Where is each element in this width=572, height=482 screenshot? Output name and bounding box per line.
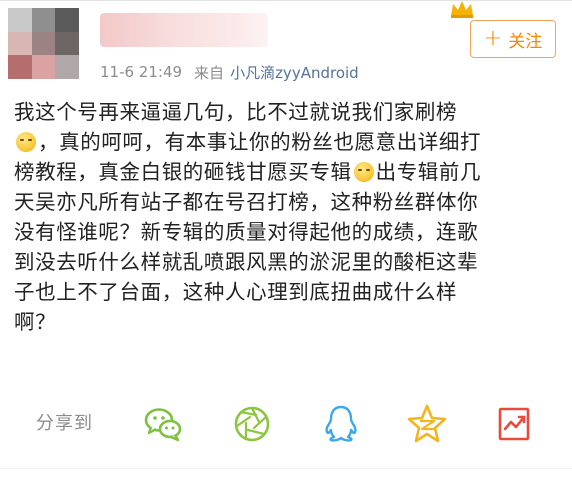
smile-emoji-icon: [353, 162, 374, 182]
post-line: 啊？: [14, 310, 57, 334]
post-line: 到没去听什么样就乱喷跟风黑的淤泥里的酸柜这辈: [14, 250, 479, 274]
post-line: 没有怪谁呢？新专辑的质量对得起他的成绩，连歌: [14, 220, 479, 244]
share-label: 分享到: [36, 413, 93, 434]
share-bar: 分享到: [0, 395, 572, 455]
post-line: ，真的呵呵，有本事让你的粉丝也愿意出详细打: [14, 127, 562, 157]
follow-button[interactable]: + 关注: [470, 20, 556, 58]
post-line: 天吴亦凡所有站子都在号召打榜，这种粉丝群体你: [14, 190, 479, 214]
moments-icon[interactable]: [229, 401, 275, 447]
source-prefix: 来自: [194, 63, 225, 82]
username-blurred[interactable]: [100, 13, 268, 47]
timestamp: 11-6 21:49: [100, 63, 183, 81]
top-divider: [0, 0, 572, 1]
verified-crown-icon: [451, 1, 473, 18]
post-meta: 11-6 21:49 来自 小凡滴zyyAndroid: [100, 61, 359, 83]
follow-button-label: 关注: [508, 31, 543, 52]
avatar[interactable]: [8, 8, 79, 79]
post-line: 我这个号再来逼逼几句，比不过就说我们家刷榜: [14, 100, 458, 124]
post-line: 榜教程，真金白银的砸钱甘愿买专辑 出专辑前几: [14, 160, 482, 184]
post-line: 子也上不了台面，这种人心理到底扭曲成什么样: [14, 280, 458, 304]
post-source-link[interactable]: 小凡滴zyyAndroid: [230, 62, 359, 83]
wechat-icon[interactable]: [140, 401, 186, 447]
qq-icon[interactable]: [318, 401, 364, 447]
qzone-icon[interactable]: [404, 401, 450, 447]
plus-icon: +: [483, 26, 503, 51]
smile-emoji-icon: [16, 132, 36, 152]
weibo-share-icon[interactable]: [492, 401, 538, 447]
post-text: 我这个号再来逼逼几句，比不过就说我们家刷榜 ，真的呵呵，有本事让你的粉丝也愿意出…: [14, 97, 562, 337]
bottom-divider: [0, 468, 572, 469]
